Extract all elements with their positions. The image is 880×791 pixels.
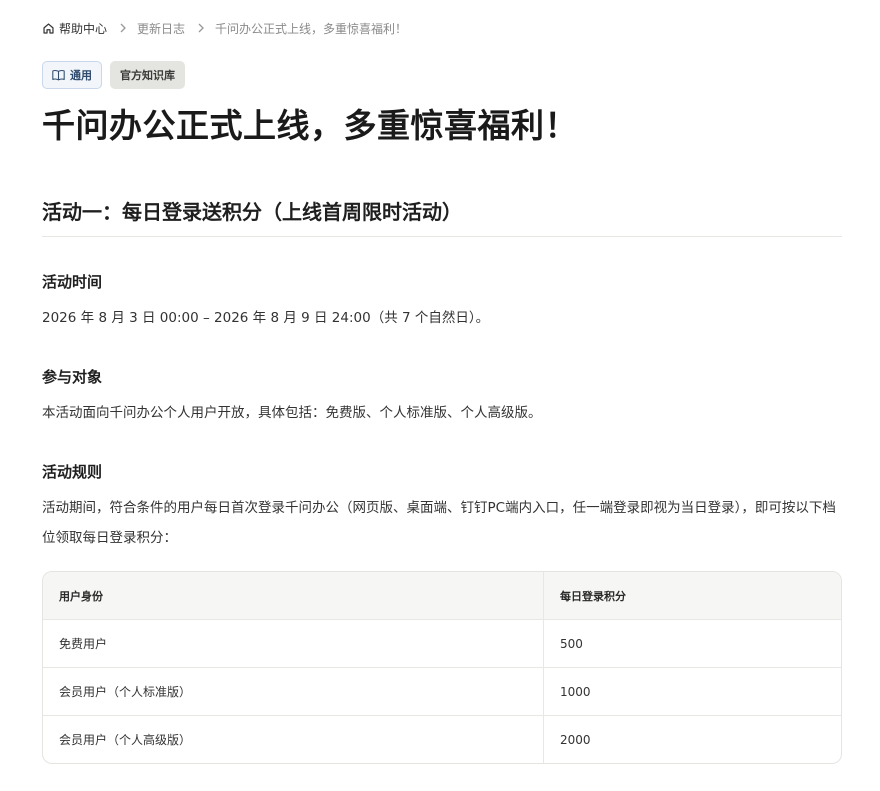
table-cell-points: 1000 [543, 667, 841, 716]
breadcrumb-home[interactable]: 帮助中心 [42, 20, 107, 37]
table-cell-points: 500 [543, 619, 841, 668]
chevron-right-icon [197, 23, 205, 33]
activity-time-heading: 活动时间 [42, 273, 103, 291]
page-title: 千问办公正式上线，多重惊喜福利！ [42, 106, 578, 145]
breadcrumb: 帮助中心 更新日志 千问办公正式上线，多重惊喜福利！ [42, 19, 407, 37]
column-header-user-type: 用户身份 [43, 572, 544, 620]
table-cell-points: 2000 [560, 732, 591, 747]
table-cell-user-type: 会员用户（个人高级版） [43, 715, 544, 763]
section-divider [42, 236, 842, 237]
tag-knowledge-base[interactable]: 官方知识库 [110, 61, 185, 89]
rules-text: 活动期间，符合条件的用户每日首次登录千问办公（网页版、桌面端、钉钉PC端内入口，… [42, 500, 836, 546]
breadcrumb-item-current: 千问办公正式上线，多重惊喜福利！ [215, 21, 408, 36]
breadcrumb-item-changelog[interactable]: 更新日志 [137, 20, 185, 37]
rules-heading: 活动规则 [42, 463, 103, 481]
home-icon [43, 22, 54, 34]
tag-general-label: 通用 [70, 69, 92, 82]
column-header-daily-points: 每日登录积分 [543, 572, 841, 620]
table-cell-user-type: 免费用户 [43, 619, 544, 668]
activity-time-text: 2026 年 8 月 3 日 00:00 – 2026 年 8 月 9 日 24… [42, 310, 490, 326]
audience-heading: 参与对象 [42, 368, 103, 386]
table-row: 会员用户（个人标准版） 1000 [43, 667, 841, 716]
table-row: 免费用户 500 [43, 619, 841, 668]
tag-list: 通用 官方知识库 [42, 61, 185, 89]
table-row: 会员用户（个人高级版） 2000 [43, 715, 841, 763]
breadcrumb-home-label: 帮助中心 [59, 21, 108, 36]
audience-text: 本活动面向千问办公个人用户开放，具体包括：免费版、个人标准版、个人高级版。 [42, 405, 542, 421]
points-table: 用户身份 每日登录积分 免费用户 500 会员用户（个人标准版） 1000 会员… [42, 571, 842, 764]
table-cell-user-type: 会员用户（个人标准版） [43, 667, 544, 716]
tag-knowledge-base-label: 官方知识库 [120, 69, 175, 82]
book-icon [52, 69, 65, 81]
tag-general[interactable]: 通用 [42, 61, 102, 89]
chevron-right-icon [119, 23, 127, 33]
section-heading: 活动一：每日登录送积分（上线首周限时活动） [42, 200, 462, 224]
table-header-row: 用户身份 每日登录积分 [43, 572, 841, 620]
